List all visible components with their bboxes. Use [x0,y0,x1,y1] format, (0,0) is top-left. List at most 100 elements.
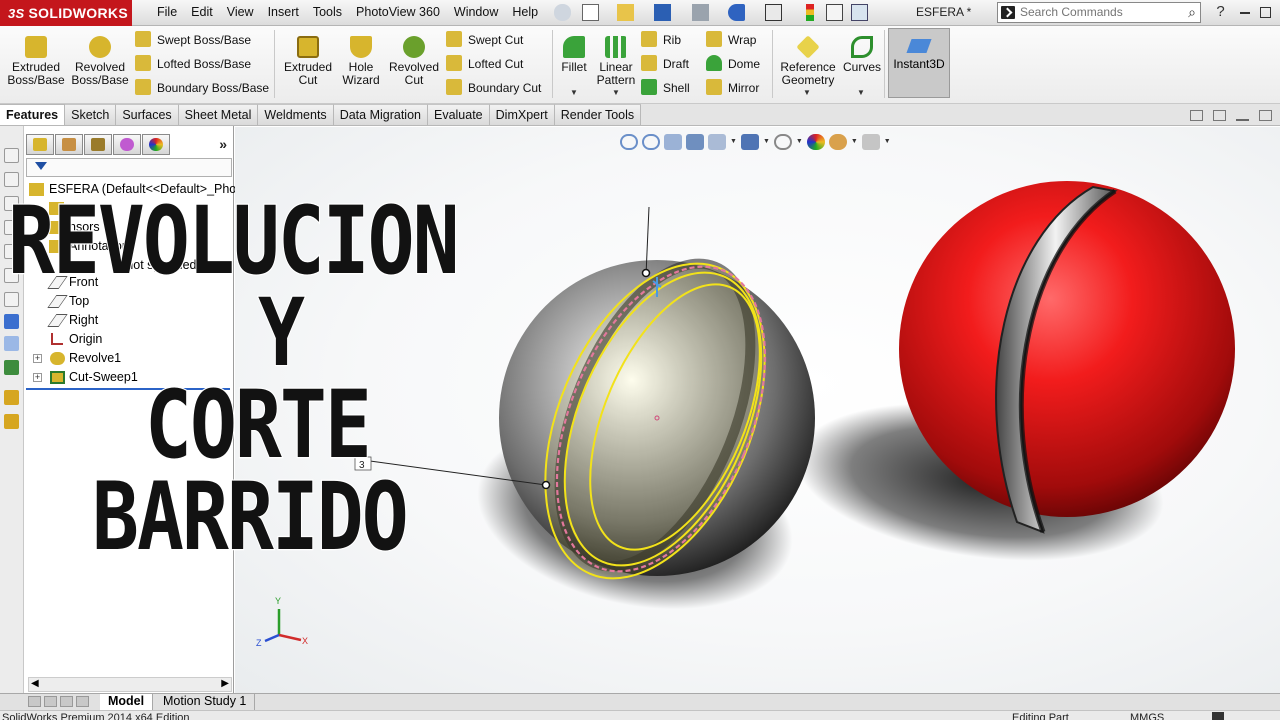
view-cube-icon[interactable] [4,220,19,235]
file-properties-icon[interactable] [826,4,843,21]
first-tab-icon[interactable] [28,696,41,707]
magnifier-icon[interactable]: ⌕ [1188,4,1196,21]
menu-window[interactable]: Window [447,0,505,26]
rollback-bar[interactable] [26,388,230,390]
sketch-point[interactable] [541,480,551,490]
tab-evaluate[interactable]: Evaluate [427,104,490,125]
sketch-point[interactable] [641,268,651,278]
hole-wizard-button[interactable]: Hole Wizard [338,32,384,87]
edit-appearance-icon[interactable] [806,134,825,150]
menu-tools[interactable]: Tools [306,0,349,26]
menu-help[interactable]: Help [505,0,545,26]
restore-icon[interactable] [1260,7,1271,18]
tab-render-tools[interactable]: Render Tools [554,104,642,125]
solidworks-logo[interactable]: 3S SOLIDWORKS [0,0,132,26]
tab-data-migration[interactable]: Data Migration [333,104,428,125]
revolved-cut-button[interactable]: Revolved Cut [388,32,440,87]
configurationmanager-tab[interactable] [84,134,112,155]
tile-view-icon[interactable] [1213,110,1226,121]
dropdown-arrow-icon[interactable]: ▼ [730,134,737,150]
menu-insert[interactable]: Insert [261,0,306,26]
propertymanager-tab[interactable] [55,134,83,155]
sketch-icon[interactable] [4,314,19,329]
horizontal-scrollbar[interactable]: ◀ ▶ [28,677,232,692]
pin-icon[interactable] [554,4,571,21]
view-cube-icon[interactable] [4,196,19,211]
tab-sheet-metal[interactable]: Sheet Metal [178,104,259,125]
menu-view[interactable]: View [220,0,261,26]
rebuild-traffic-light-icon[interactable] [806,4,814,21]
previous-view-icon[interactable] [664,134,682,150]
graphics-area[interactable]: 3 Y X Z [235,127,1280,696]
minimize-icon[interactable] [1240,4,1250,14]
menu-photoview-360[interactable]: PhotoView 360 [349,0,447,26]
wrap-button[interactable]: Wrap [706,30,756,50]
reference-geometry-button[interactable]: Reference Geometry [778,32,838,87]
save-icon[interactable] [654,4,671,21]
mirror-button[interactable]: Mirror [706,78,759,98]
section-view-icon[interactable] [686,134,704,150]
dimxpert-tab[interactable] [113,134,141,155]
expand-icon[interactable]: + [33,373,42,382]
tree-filter[interactable] [26,158,232,177]
apply-scene-icon[interactable] [828,134,847,150]
curves-dropdown-icon[interactable]: ▼ [857,88,865,97]
status-help-icon[interactable] [1212,712,1224,720]
tab-surfaces[interactable]: Surfaces [116,104,179,125]
fillet-button[interactable]: Fillet [558,32,590,74]
split-view-icon[interactable] [1190,110,1203,121]
instant3d-button[interactable]: Instant3D [888,28,950,98]
help-icon[interactable]: ? [1212,4,1229,21]
undo-icon[interactable] [728,4,745,21]
prev-tab-icon[interactable] [44,696,57,707]
zoom-to-area-icon[interactable] [642,134,660,150]
last-tab-icon[interactable] [76,696,89,707]
curves-button[interactable]: Curves [842,32,882,74]
shell-button[interactable]: Shell [641,78,690,98]
next-tab-icon[interactable] [60,696,73,707]
open-folder-icon[interactable] [617,4,634,21]
expand-panel-icon[interactable]: » [219,136,227,152]
minimize-view-icon[interactable] [1236,110,1249,121]
zoom-to-fit-icon[interactable] [620,134,638,150]
select-cursor-icon[interactable] [765,4,782,21]
motion-study-tab[interactable]: Motion Study 1 [155,694,256,710]
menu-file[interactable]: File [150,0,184,26]
dropdown-arrow-icon[interactable]: ▼ [763,134,770,150]
scroll-right-icon[interactable]: ▶ [221,678,229,689]
view-cube-icon[interactable] [4,268,19,283]
display-style-icon[interactable] [740,134,759,150]
boundary-boss-button[interactable]: Boundary Boss/Base [135,78,269,98]
restore-view-icon[interactable] [1259,110,1272,121]
view-cube-icon[interactable] [4,292,19,307]
model-tab[interactable]: Model [100,694,154,710]
linear-pattern-button[interactable]: Linear Pattern [596,32,636,87]
view-orientation-icon[interactable] [708,134,726,150]
lofted-boss-button[interactable]: Lofted Boss/Base [135,54,251,74]
pattern-dropdown-icon[interactable]: ▼ [612,88,620,97]
dome-button[interactable]: Dome [706,54,760,74]
tab-weldments[interactable]: Weldments [258,104,334,125]
draft-button[interactable]: Draft [641,54,689,74]
dropdown-arrow-icon[interactable]: ▼ [796,134,803,150]
display-manager-tab[interactable] [142,134,170,155]
boundary-cut-button[interactable]: Boundary Cut [446,78,541,98]
view-cube-icon[interactable] [4,244,19,259]
view-cube-icon[interactable] [4,172,19,187]
revolved-boss-button[interactable]: Revolved Boss/Base [70,32,130,87]
swept-boss-button[interactable]: Swept Boss/Base [135,30,251,50]
dropdown-arrow-icon[interactable]: ▼ [884,134,891,150]
extruded-boss-button[interactable]: Extruded Boss/Base [6,32,66,87]
relation-icon[interactable] [4,336,19,351]
search-commands-box[interactable]: ⌕ [997,2,1201,23]
status-units[interactable]: MMGS [1130,712,1164,720]
featuremanager-tab[interactable] [26,134,54,155]
swept-cut-button[interactable]: Swept Cut [446,30,523,50]
print-icon[interactable] [692,4,709,21]
new-document-icon[interactable] [582,4,599,21]
relation-icon[interactable] [4,360,19,375]
scroll-left-icon[interactable]: ◀ [31,678,39,689]
options-icon[interactable] [851,4,868,21]
search-input[interactable] [1020,5,1170,19]
view-cube-icon[interactable] [4,148,19,163]
